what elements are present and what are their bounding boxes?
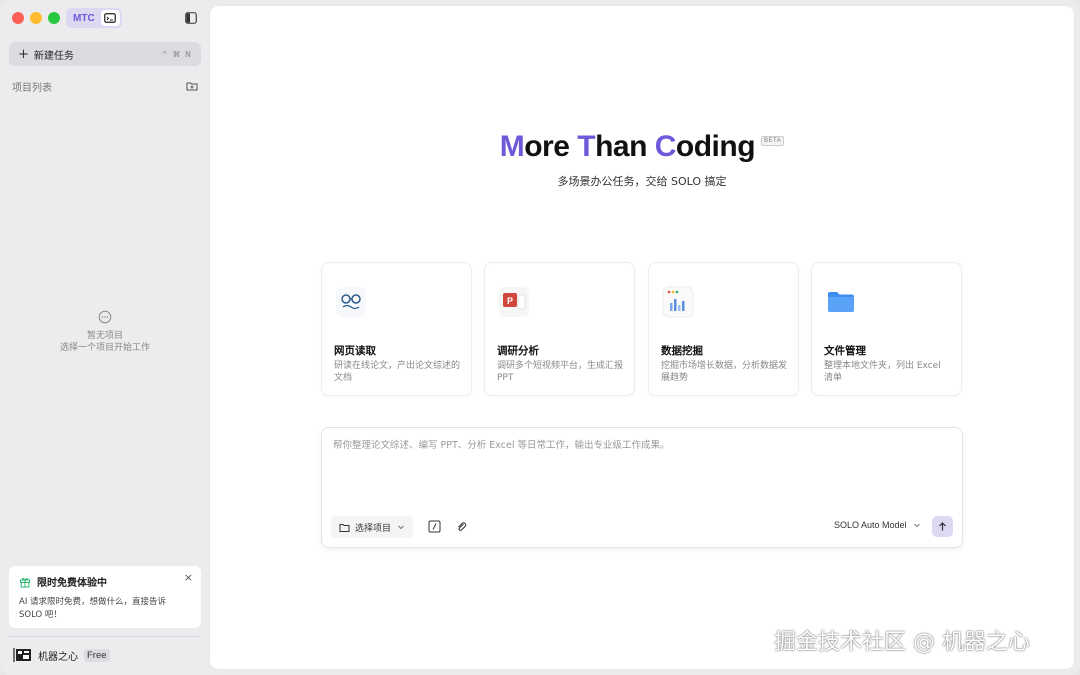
arrow-up-icon <box>939 522 946 531</box>
hero-subtitle: 多场景办公任务，交给 SOLO 搞定 <box>557 175 727 188</box>
watermark: 掘金技术社区 @ 机器之心 <box>774 630 1030 655</box>
card-desc: 研读在线论文，产出论文综述的文档 <box>334 361 461 383</box>
card-title: 文件管理 <box>824 345 866 357</box>
card-desc: 整理本地文件夹，列出 Excel 清单 <box>824 361 941 383</box>
promo-title: 限时免费体验中 <box>37 578 107 589</box>
hero-title: More Than Coding BETA <box>210 130 1074 164</box>
card-research[interactable]: P 调研分析 调研多个短视频平台，生成汇报 PPT <box>484 262 635 396</box>
project-list-header: 项目列表 <box>12 78 198 94</box>
new-task-label: 新建任务 <box>33 50 74 62</box>
chevron-down-icon <box>398 525 404 530</box>
task-input[interactable] <box>333 437 951 507</box>
chat-bubble-icon <box>98 310 112 324</box>
card-desc: 调研多个短视频平台，生成汇报 PPT <box>497 361 624 383</box>
card-title: 数据挖掘 <box>661 345 703 357</box>
ppt-icon: P <box>497 285 531 319</box>
zoom-window-button[interactable] <box>48 12 60 24</box>
card-title: 网页读取 <box>334 345 376 357</box>
user-name: 机器之心 <box>38 651 78 663</box>
app-window: MTC + 新建任务 ^ ⌘ N 项目列表 暂无项目 选择一个项目开始工作 限时… <box>0 0 1080 675</box>
card-title: 调研分析 <box>497 345 539 357</box>
hero-title-t: T <box>577 130 596 163</box>
card-file-management[interactable]: 文件管理 整理本地文件夹，列出 Excel 清单 <box>811 262 962 396</box>
mode-switch[interactable]: MTC <box>66 8 122 28</box>
sidebar: MTC + 新建任务 ^ ⌘ N 项目列表 暂无项目 选择一个项目开始工作 限时… <box>0 0 210 675</box>
new-task-button[interactable]: + 新建任务 ^ ⌘ N <box>9 42 201 66</box>
chevron-down-icon <box>913 523 920 528</box>
hero-title-han: han <box>595 130 655 163</box>
close-window-button[interactable] <box>12 12 24 24</box>
promo-title-row: 限时免费体验中 <box>19 574 191 589</box>
choose-project-label: 选择项目 <box>355 523 392 534</box>
empty-subtitle: 选择一个项目开始工作 <box>59 343 150 353</box>
promo-text: AI 请求限时免费，想做什么，直接告诉 SOLO 吧！ <box>19 597 167 620</box>
task-composer: 选择项目 SOLO Auto Model <box>321 427 963 548</box>
hero-title-c: C <box>654 130 677 163</box>
new-task-shortcut: ^ ⌘ N <box>161 49 192 59</box>
glasses-icon <box>334 285 368 319</box>
empty-title: 暂无项目 <box>86 331 123 341</box>
send-button[interactable] <box>932 516 953 537</box>
hero-title-ore: ore <box>524 130 578 163</box>
project-list-label: 项目列表 <box>12 82 52 94</box>
slash-command-icon[interactable] <box>428 520 441 533</box>
empty-projects: 暂无项目 选择一个项目开始工作 <box>0 310 210 354</box>
hero-title-m: M <box>499 130 525 163</box>
scenario-cards: 网页读取 研读在线论文，产出论文综述的文档 P 调研分析 调研多个短视频平台，生… <box>321 262 963 398</box>
user-avatar-icon <box>13 648 31 662</box>
beta-badge: BETA <box>761 136 785 146</box>
brand-label: MTC <box>73 12 95 24</box>
card-desc: 挖掘市场增长数据，分析数据发展趋势 <box>661 361 788 383</box>
folder-icon <box>824 285 858 319</box>
promo-close-button[interactable]: × <box>184 571 193 584</box>
main-panel: More Than Coding BETA 多场景办公任务，交给 SOLO 搞定 … <box>210 6 1074 669</box>
minimize-window-button[interactable] <box>30 12 42 24</box>
model-select[interactable]: SOLO Auto Model <box>834 520 921 530</box>
promo-card: 限时免费体验中 × AI 请求限时免费，想做什么，直接告诉 SOLO 吧！ <box>9 566 201 628</box>
divider <box>9 636 201 637</box>
gift-icon <box>20 577 30 587</box>
add-folder-icon[interactable] <box>186 80 198 92</box>
card-data-mining[interactable]: 数据挖掘 挖掘市场增长数据，分析数据发展趋势 <box>648 262 799 396</box>
hero-title-oding: oding <box>675 130 756 163</box>
plus-icon: + <box>18 46 29 62</box>
toggle-sidebar-icon[interactable] <box>185 12 197 24</box>
window-controls <box>12 12 60 24</box>
folder-outline-icon <box>339 523 350 532</box>
svg-text:P: P <box>507 296 513 306</box>
model-label: SOLO Auto Model <box>834 520 907 530</box>
card-web-reading[interactable]: 网页读取 研读在线论文，产出论文综述的文档 <box>321 262 472 396</box>
ide-mode-icon[interactable] <box>100 10 120 26</box>
user-account[interactable]: 机器之心 Free <box>12 647 110 663</box>
chart-icon <box>661 285 695 319</box>
choose-project-button[interactable]: 选择项目 <box>331 516 414 538</box>
paperclip-icon[interactable] <box>455 520 468 533</box>
plan-badge: Free <box>84 648 110 662</box>
